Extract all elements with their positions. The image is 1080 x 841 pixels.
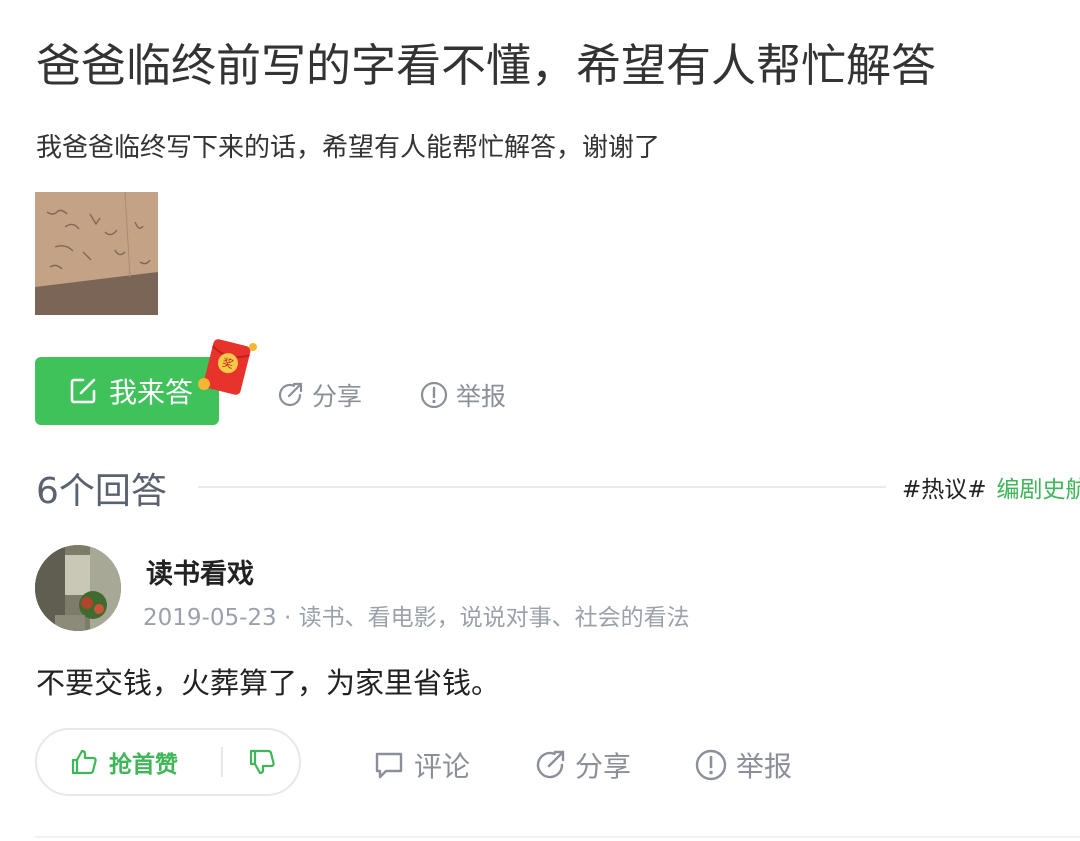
thumb-down-icon <box>249 749 275 775</box>
downvote-button[interactable] <box>223 747 277 777</box>
share-icon <box>278 382 303 407</box>
comment-label: 评论 <box>414 750 471 783</box>
avatar-image <box>35 545 121 631</box>
answer-text: 不要交钱，火葬算了，为家里省钱。 <box>36 666 501 700</box>
avatar[interactable] <box>35 545 121 631</box>
report-question-button[interactable]: 举报 <box>420 377 506 413</box>
redpacket-icon: 奖 <box>198 339 257 395</box>
report-answer-button[interactable]: 举报 <box>694 745 792 785</box>
hot-topic-link[interactable]: 编剧史航 <box>997 477 1080 503</box>
report-label: 举报 <box>456 382 507 411</box>
thumb-up-icon <box>71 749 97 775</box>
report-label: 举报 <box>736 750 793 783</box>
upvote-button[interactable]: 抢首赞 <box>37 745 221 779</box>
share-answer-button[interactable]: 分享 <box>533 745 631 785</box>
share-question-button[interactable]: 分享 <box>276 377 362 413</box>
comment-button[interactable]: 评论 <box>372 745 470 785</box>
bottom-divider <box>35 836 1080 838</box>
report-icon <box>420 381 448 409</box>
answer-button[interactable]: 我来答 <box>35 357 219 425</box>
vote-pill: 抢首赞 <box>35 728 301 796</box>
answer-button-label: 我来答 <box>108 376 193 409</box>
question-image-thumbnail[interactable] <box>35 192 158 315</box>
hot-topic-tag[interactable]: #热议# 编剧史航 <box>902 470 1080 504</box>
share-icon <box>536 750 565 779</box>
hashtag-label: #热议# <box>902 477 987 503</box>
share-label: 分享 <box>575 750 632 783</box>
report-icon <box>695 749 727 781</box>
handwriting-image <box>35 192 158 315</box>
question-description: 我爸爸临终写下来的话，希望有人能帮忙解答，谢谢了 <box>36 133 661 163</box>
comment-icon <box>375 752 403 779</box>
question-title: 爸爸临终前写的字看不懂，希望有人帮忙解答 <box>36 39 937 92</box>
section-divider <box>198 486 886 488</box>
author-meta: 2019-05-23 · 读书、看电影，说说对事、社会的看法 <box>143 605 690 631</box>
upvote-label: 抢首赞 <box>109 752 178 778</box>
answers-count: 6个回答 <box>36 471 167 512</box>
author-name[interactable]: 读书看戏 <box>146 552 254 591</box>
share-label: 分享 <box>312 382 363 411</box>
edit-icon <box>70 378 96 404</box>
